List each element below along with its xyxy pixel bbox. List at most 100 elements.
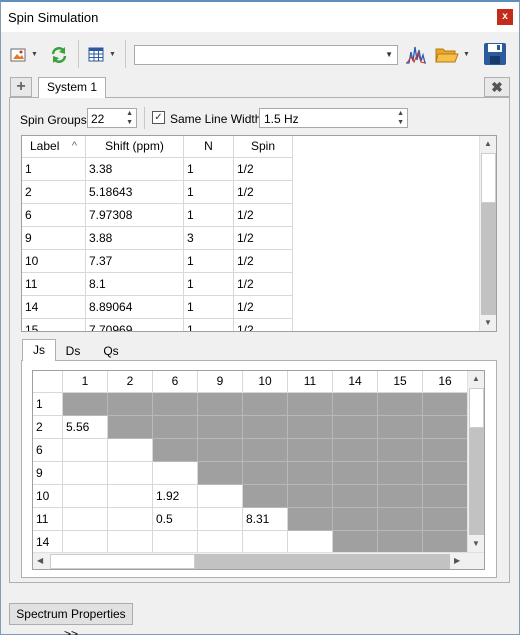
column-header-n[interactable]: N	[184, 136, 234, 158]
close-window-button[interactable]: x	[497, 9, 513, 25]
j-cell[interactable]: 0.5	[153, 508, 198, 531]
spectrum-button[interactable]	[405, 44, 427, 66]
row-header[interactable]: 1	[33, 393, 63, 416]
j-cell[interactable]	[288, 531, 333, 554]
toolbar-combo-box[interactable]: ▼	[134, 45, 398, 65]
j-cell[interactable]	[153, 462, 198, 485]
table-cell[interactable]: 1	[184, 296, 234, 319]
table-cell[interactable]: 5.18643	[86, 181, 184, 204]
table-menu-button[interactable]: ▼	[88, 44, 118, 66]
column-header[interactable]: 11	[288, 371, 333, 393]
column-header[interactable]: 10	[243, 371, 288, 393]
table-cell[interactable]: 7.97308	[86, 204, 184, 227]
table-cell[interactable]: 1	[184, 319, 234, 331]
refresh-button[interactable]	[48, 44, 70, 66]
spin-groups-stepper[interactable]: 22 ▲ ▼	[87, 108, 137, 128]
j-cell[interactable]	[63, 439, 108, 462]
row-header[interactable]: 2	[33, 416, 63, 439]
chevron-up-icon[interactable]: ▲	[472, 374, 480, 383]
horizontal-scrollbar[interactable]: ◀ ▶	[33, 552, 484, 569]
same-line-width-checkbox[interactable]: ✓	[152, 111, 165, 124]
chevron-left-icon[interactable]: ◀	[37, 556, 43, 565]
j-cell[interactable]	[108, 462, 153, 485]
j-cell[interactable]	[108, 439, 153, 462]
scrollbar-thumb[interactable]	[469, 388, 484, 428]
j-cell[interactable]	[198, 531, 243, 554]
open-folder-menu-button[interactable]: ▼	[435, 44, 471, 66]
j-cell[interactable]	[108, 485, 153, 508]
line-width-stepper[interactable]: 1.5 Hz ▲ ▼	[259, 108, 408, 128]
j-cell[interactable]	[108, 531, 153, 554]
table-cell[interactable]: 1/2	[234, 181, 293, 204]
table-cell[interactable]: 1/2	[234, 204, 293, 227]
table-cell[interactable]: 3	[184, 227, 234, 250]
save-button[interactable]	[483, 42, 507, 65]
tab-js[interactable]: Js	[22, 339, 56, 361]
column-header[interactable]: 16	[423, 371, 468, 393]
table-cell[interactable]: 8.89064	[86, 296, 184, 319]
scrollbar-thumb[interactable]	[481, 153, 496, 203]
corner-header[interactable]	[33, 371, 63, 393]
column-header[interactable]: 14	[333, 371, 378, 393]
chevron-down-icon[interactable]: ▼	[484, 318, 492, 327]
column-header[interactable]: 15	[378, 371, 423, 393]
table-cell[interactable]: 14	[22, 296, 86, 319]
row-header[interactable]: 14	[33, 531, 63, 554]
j-cell[interactable]	[198, 508, 243, 531]
spectrum-properties-button[interactable]: Spectrum Properties >>	[9, 603, 133, 635]
column-header[interactable]: 2	[108, 371, 153, 393]
vertical-scrollbar[interactable]: ▲ ▼	[467, 371, 484, 552]
table-cell[interactable]: 8.1	[86, 273, 184, 296]
j-cell[interactable]	[198, 485, 243, 508]
table-cell[interactable]: 1	[184, 250, 234, 273]
scrollbar-track[interactable]	[195, 554, 450, 569]
chevron-down-icon[interactable]: ▼	[397, 119, 404, 126]
row-header[interactable]: 10	[33, 485, 63, 508]
scrollbar-thumb[interactable]	[50, 554, 195, 569]
j-cell[interactable]	[63, 508, 108, 531]
j-cell[interactable]	[243, 531, 288, 554]
column-header-label[interactable]: Label ^	[22, 136, 86, 158]
table-cell[interactable]: 1/2	[234, 158, 293, 181]
add-system-button[interactable]: +	[10, 77, 32, 97]
row-header[interactable]: 9	[33, 462, 63, 485]
table-cell[interactable]: 1/2	[234, 227, 293, 250]
table-cell[interactable]: 1/2	[234, 273, 293, 296]
row-header[interactable]: 6	[33, 439, 63, 462]
table-cell[interactable]: 3.38	[86, 158, 184, 181]
vertical-scrollbar[interactable]: ▲ ▼	[479, 136, 496, 331]
table-cell[interactable]: 1	[184, 181, 234, 204]
column-header-spin[interactable]: Spin	[234, 136, 293, 158]
tab-system-1[interactable]: System 1	[38, 77, 106, 98]
table-cell[interactable]: 7.37	[86, 250, 184, 273]
j-cell[interactable]: 8.31	[243, 508, 288, 531]
chevron-up-icon[interactable]: ▲	[397, 110, 404, 117]
scrollbar-track[interactable]	[481, 203, 496, 315]
j-cell[interactable]	[63, 531, 108, 554]
table-cell[interactable]: 1	[184, 204, 234, 227]
table-cell[interactable]: 1	[22, 158, 86, 181]
table-cell[interactable]: 1/2	[234, 296, 293, 319]
j-cell[interactable]: 1.92	[153, 485, 198, 508]
table-cell[interactable]: 2	[22, 181, 86, 204]
table-cell[interactable]: 3.88	[86, 227, 184, 250]
chevron-right-icon[interactable]: ▶	[454, 556, 460, 565]
row-header[interactable]: 11	[33, 508, 63, 531]
chevron-down-icon[interactable]: ▼	[126, 119, 133, 126]
tab-ds[interactable]: Ds	[58, 343, 88, 361]
j-cell[interactable]	[153, 531, 198, 554]
column-header-shift[interactable]: Shift (ppm)	[86, 136, 184, 158]
table-cell[interactable]: 7.70969	[86, 319, 184, 331]
j-cell[interactable]	[63, 485, 108, 508]
table-cell[interactable]: 11	[22, 273, 86, 296]
table-cell[interactable]: 6	[22, 204, 86, 227]
column-header[interactable]: 6	[153, 371, 198, 393]
scrollbar-track[interactable]	[469, 428, 484, 535]
table-cell[interactable]: 1/2	[234, 319, 293, 331]
j-cell[interactable]	[63, 462, 108, 485]
chevron-down-icon[interactable]: ▼	[472, 539, 480, 548]
close-system-button[interactable]: ✖	[484, 77, 510, 97]
table-cell[interactable]: 15	[22, 319, 86, 331]
table-cell[interactable]: 10	[22, 250, 86, 273]
table-cell[interactable]: 9	[22, 227, 86, 250]
